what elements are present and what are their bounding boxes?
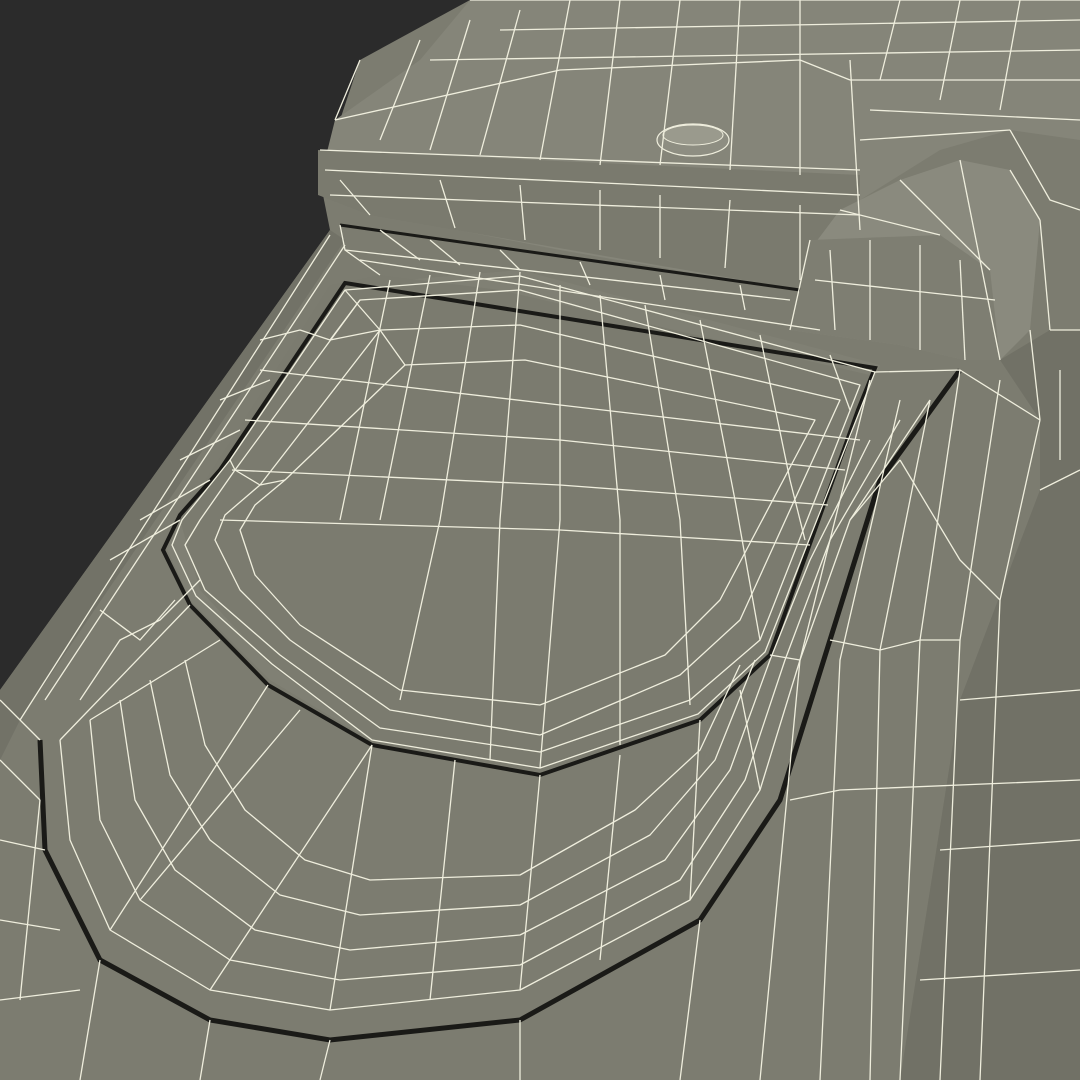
housing-knob-top bbox=[662, 124, 724, 146]
wireframe-canvas bbox=[0, 0, 1080, 1080]
wireframe-render bbox=[0, 0, 1080, 1080]
